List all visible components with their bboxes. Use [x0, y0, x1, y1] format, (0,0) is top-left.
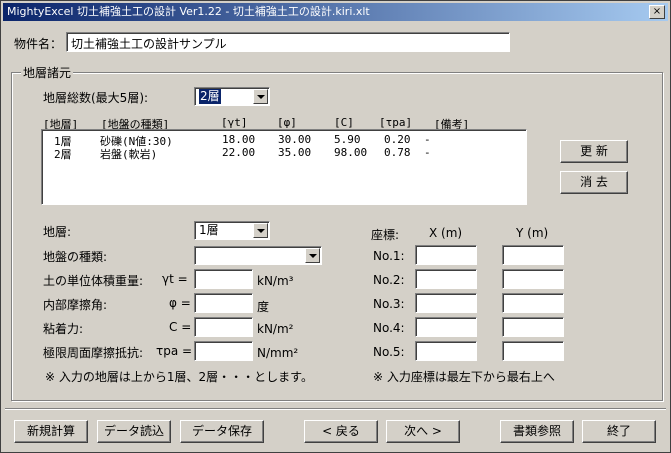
- next-button[interactable]: 次へ >: [386, 420, 460, 443]
- cell-c: 5.90: [334, 133, 361, 146]
- list-item[interactable]: 1層 砂礫(N値:30) 18.00 30.00 5.90 0.20 -: [42, 133, 522, 148]
- unit-weight-unit: kN/m³: [257, 274, 294, 288]
- y-header: Y (m): [516, 226, 549, 240]
- delete-button[interactable]: 消 去: [560, 171, 628, 194]
- cohesion-symbol: C =: [169, 320, 192, 334]
- chevron-down-icon[interactable]: [253, 223, 268, 238]
- cell-phi: 30.00: [278, 133, 312, 146]
- cell-gamma: 18.00: [222, 133, 256, 146]
- header-phi: [φ]: [277, 116, 297, 129]
- x4-input[interactable]: [415, 317, 477, 337]
- layer-value: 1層: [199, 223, 219, 237]
- cell-tpa: 0.78: [384, 146, 411, 159]
- cohesion-label: 粘着力:: [43, 322, 84, 336]
- footer-divider: [5, 408, 666, 410]
- cell-soil-type: 岩盤(軟岩): [100, 148, 158, 161]
- load-data-button[interactable]: データ読込: [97, 420, 171, 443]
- layer-order-note: ※ 入力の地層は上から1層、2層・・・とします。: [45, 370, 313, 384]
- limit-friction-label: 極限周面摩擦抵抗:: [43, 346, 144, 360]
- friction-angle-input[interactable]: [194, 293, 253, 313]
- unit-weight-label: 土の単位体積重量:: [43, 274, 144, 288]
- soil-type-select[interactable]: [194, 246, 322, 265]
- limit-friction-input[interactable]: [194, 341, 253, 361]
- layer-count-value: 2層: [199, 89, 221, 104]
- coord-row-label: No.3:: [373, 297, 405, 311]
- strata-group-label: 地層諸元: [21, 64, 74, 81]
- window-title: MightyExcel 切土補強土工の設計 Ver1.22 - 切土補強土工の設…: [7, 5, 370, 18]
- list-item[interactable]: 2層 岩盤(軟岩) 22.00 35.00 98.00 0.78 -: [42, 146, 522, 161]
- friction-angle-symbol: φ =: [169, 296, 191, 310]
- app-window: MightyExcel 切土補強土工の設計 Ver1.22 - 切土補強土工の設…: [0, 0, 671, 453]
- back-button[interactable]: < 戻る: [304, 420, 378, 443]
- layer-count-label: 地層総数(最大5層):: [43, 91, 149, 105]
- friction-angle-unit: 度: [257, 300, 270, 314]
- friction-angle-label: 内部摩擦角:: [43, 298, 108, 312]
- coord-order-note: ※ 入力座標は最左下から最右上へ: [373, 370, 555, 384]
- project-name-input[interactable]: 切土補強土工の設計サンプル: [66, 32, 510, 52]
- header-tpa: [τpa]: [379, 116, 413, 129]
- y3-input[interactable]: [502, 293, 564, 313]
- chevron-down-icon[interactable]: [305, 248, 320, 263]
- project-name-label: 物件名：: [14, 37, 63, 51]
- coord-row-label: No.5:: [373, 345, 405, 359]
- cell-c: 98.00: [334, 146, 368, 159]
- y5-input[interactable]: [502, 341, 564, 361]
- project-name-value: 切土補強土工の設計サンプル: [71, 37, 227, 51]
- close-button[interactable]: ×: [649, 5, 665, 19]
- cell-gamma: 22.00: [222, 146, 256, 159]
- title-bar[interactable]: MightyExcel 切土補強土工の設計 Ver1.22 - 切土補強土工の設…: [3, 3, 668, 21]
- limit-friction-unit: N/mm²: [257, 346, 299, 360]
- cell-phi: 35.00: [278, 146, 312, 159]
- x5-input[interactable]: [415, 341, 477, 361]
- cell-remarks: -: [424, 133, 431, 146]
- y2-input[interactable]: [502, 269, 564, 289]
- y4-input[interactable]: [502, 317, 564, 337]
- unit-weight-symbol: γt =: [162, 272, 188, 286]
- header-gamma: [γt]: [221, 116, 248, 129]
- limit-friction-symbol: τpa =: [156, 344, 193, 358]
- coord-label: 座標:: [371, 228, 400, 242]
- x3-input[interactable]: [415, 293, 477, 313]
- x-header: X (m): [429, 226, 463, 240]
- x1-input[interactable]: [415, 245, 477, 265]
- unit-weight-input[interactable]: [194, 269, 253, 289]
- cell-layer: 2層: [54, 148, 72, 161]
- cohesion-unit: kN/m²: [257, 322, 294, 336]
- x2-input[interactable]: [415, 269, 477, 289]
- update-button[interactable]: 更 新: [560, 140, 628, 163]
- cell-tpa: 0.20: [384, 133, 411, 146]
- cohesion-input[interactable]: [194, 317, 253, 337]
- layer-select[interactable]: 1層: [194, 221, 270, 240]
- header-c: [C]: [334, 116, 354, 129]
- strata-listbox[interactable]: 1層 砂礫(N値:30) 18.00 30.00 5.90 0.20 - 2層 …: [41, 129, 527, 205]
- exit-button[interactable]: 終了: [582, 420, 656, 443]
- coord-row-label: No.2:: [373, 273, 405, 287]
- soil-type-label: 地盤の種類:: [43, 250, 108, 264]
- coord-row-label: No.4:: [373, 321, 405, 335]
- y1-input[interactable]: [502, 245, 564, 265]
- new-calc-button[interactable]: 新規計算: [14, 420, 88, 443]
- chevron-down-icon[interactable]: [253, 89, 268, 104]
- coord-row-label: No.1:: [373, 249, 405, 263]
- documents-button[interactable]: 書類参照: [500, 420, 574, 443]
- cell-remarks: -: [424, 146, 431, 159]
- save-data-button[interactable]: データ保存: [180, 420, 264, 443]
- layer-label: 地層:: [43, 225, 72, 239]
- layer-count-select[interactable]: 2層: [194, 87, 270, 106]
